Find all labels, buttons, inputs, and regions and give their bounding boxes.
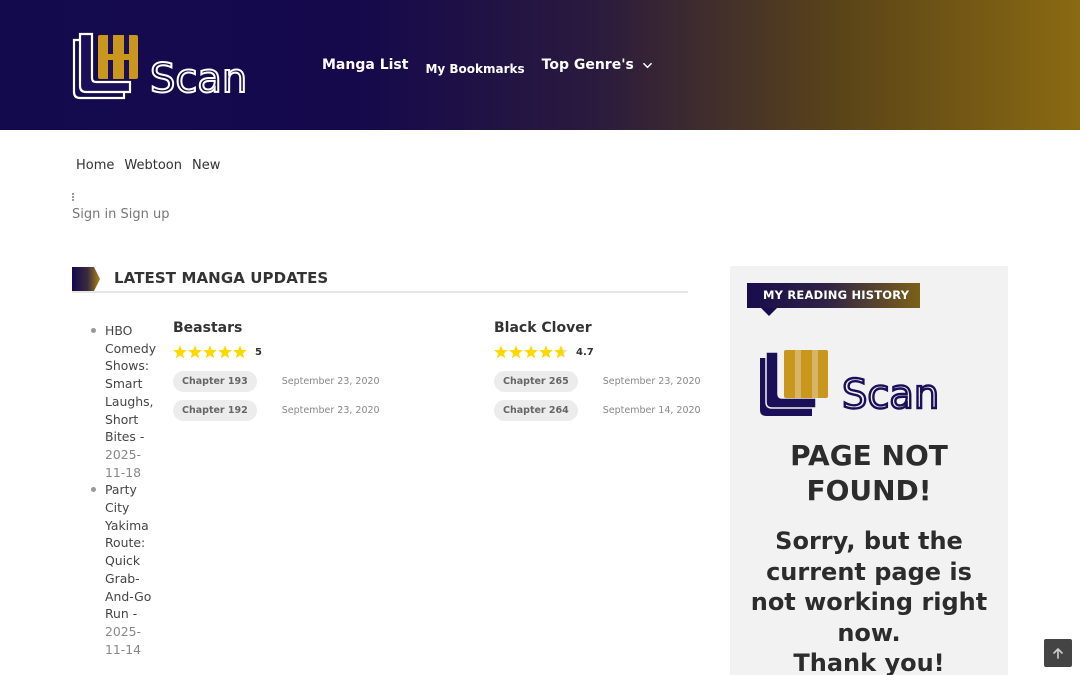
chapter-button[interactable]: Chapter 264 [494,399,578,421]
breadcrumb-webtoon[interactable]: Webtoon [124,158,182,173]
chapter-button[interactable]: Chapter 193 [173,370,257,392]
chapter-date: September 23, 2020 [602,375,701,387]
not-found-title: PAGE NOT FOUND! [790,439,948,507]
chapter-row: Chapter 192 September 23, 2020 [173,399,380,421]
breadcrumb-home[interactable]: Home [76,158,114,173]
auth-links: Sign in Sign up [72,207,169,222]
sidebar: MY READING HISTORY Scan PAGE NOT FOUND! … [730,266,1008,675]
svg-text:Scan: Scan [150,56,247,102]
section-flag-icon [72,267,100,291]
chapter-date: September 14, 2020 [602,404,701,416]
chapter-date: September 23, 2020 [281,375,380,387]
star-icon [218,345,232,359]
rating: 4.7 [494,344,694,360]
star-rating-icon [173,345,247,359]
news-title[interactable]: HBO Comedy Shows: Smart Laughs, Short Bi… [105,323,156,444]
rating: 5 [173,344,373,360]
chapter-row: Chapter 265 September 23, 2020 [494,370,701,392]
star-icon [203,345,217,359]
breadcrumb: Home Webtoon New [76,158,230,173]
not-found-message: Sorry, but the current page is not worki… [744,526,994,675]
nav-manga-list[interactable]: Manga List [322,57,408,73]
star-icon [524,345,538,359]
star-icon [494,345,508,359]
back-to-top-button[interactable] [1044,639,1072,667]
star-rating-icon [494,345,568,359]
not-found-text: Sorry, but the current page is not worki… [750,527,988,647]
star-icon [509,345,523,359]
manga-card: Black Clover 4.7 Chapter 265 September 2… [494,320,701,428]
manga-title[interactable]: Black Clover [494,320,694,336]
nav-top-genres-label: Top Genre's [541,57,634,73]
star-icon [188,345,202,359]
news-list: HBO Comedy Shows: Smart Laughs, Short Bi… [90,322,160,658]
reading-history-text: MY READING HISTORY [763,288,910,302]
chapter-button[interactable]: Chapter 192 [173,399,257,421]
manga-title[interactable]: Beastars [173,320,373,336]
chapter-date: September 23, 2020 [281,404,380,416]
site-logo[interactable]: Scan [72,32,282,103]
chevron-down-icon [642,62,652,68]
main-nav: Manga List My Bookmarks Top Genre's [322,54,653,76]
section-title: LATEST MANGA UPDATES [114,269,329,287]
chapter-row: Chapter 193 September 23, 2020 [173,370,380,392]
news-date: 2025-11-14 [105,623,142,657]
star-icon [554,345,568,359]
chapter-row: Chapter 264 September 14, 2020 [494,399,701,421]
chapter-button[interactable]: Chapter 265 [494,370,578,392]
dots-vertical-icon[interactable] [71,193,75,201]
news-separator: - [139,429,145,445]
arrow-up-icon [1053,648,1063,659]
svg-text:Scan: Scan [842,372,939,418]
news-separator: - [132,606,138,622]
manga-card: Beastars 5 Chapter 193 September 23, 202… [173,320,380,428]
breadcrumb-new[interactable]: New [192,158,220,173]
sign-up-link[interactable]: Sign up [120,207,169,222]
rating-score: 4.7 [576,346,594,358]
news-date: 2025-11-18 [105,446,142,480]
news-title[interactable]: Party City Yakima Route: Quick Grab-And-… [105,482,151,621]
nav-top-genres[interactable]: Top Genre's [542,57,653,73]
label-tail [761,308,777,316]
site-header: Scan Manga List My Bookmarks Top Genre's [0,0,1080,130]
star-icon [173,345,187,359]
rating-score: 5 [255,346,262,358]
star-icon [233,345,247,359]
star-icon [539,345,553,359]
list-item: Party City Yakima Route: Quick Grab-And-… [90,481,160,658]
latest-updates-header: LATEST MANGA UPDATES [72,267,688,293]
thank-you-text: Thank you! [793,649,945,675]
sign-in-link[interactable]: Sign in [72,207,116,222]
logo-image: Scan [72,32,248,103]
reading-history-label: MY READING HISTORY [747,283,920,316]
list-item: HBO Comedy Shows: Smart Laughs, Short Bi… [90,322,160,481]
nav-my-bookmarks[interactable]: My Bookmarks [425,62,524,76]
sidebar-logo: Scan [760,350,940,418]
